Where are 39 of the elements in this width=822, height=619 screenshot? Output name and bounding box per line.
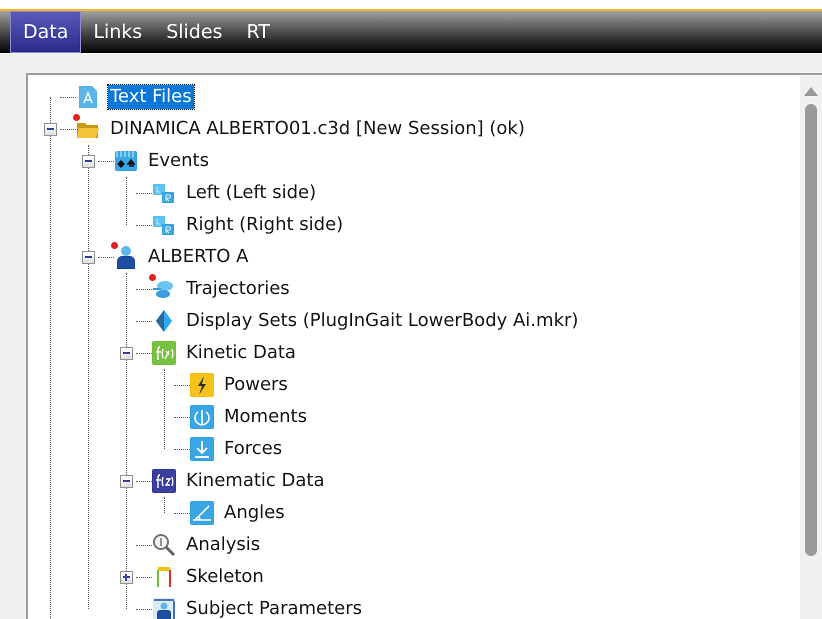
tab[interactable]: Links xyxy=(81,11,154,53)
events-icon xyxy=(114,149,138,173)
expand-toggle[interactable] xyxy=(120,570,132,584)
tree-item[interactable]: Moments xyxy=(222,405,309,429)
tab[interactable]: RT xyxy=(234,11,282,53)
tree-item[interactable]: DINAMICA ALBERTO01.c3d [New Session] (ok) xyxy=(108,117,527,141)
collapse-toggle[interactable] xyxy=(120,474,132,488)
tree-item[interactable]: Display Sets (PlugInGait LowerBody Ai.mkr) xyxy=(184,309,580,333)
tree-item[interactable]: Angles xyxy=(222,501,287,525)
tree-item[interactable]: Powers xyxy=(222,373,290,397)
tab[interactable]: Data xyxy=(10,11,82,53)
tree-item[interactable]: Right (Right side) xyxy=(184,213,346,237)
angle-icon xyxy=(190,501,214,525)
collapse-toggle[interactable] xyxy=(120,346,132,360)
tree-item[interactable]: ALBERTO A xyxy=(146,245,250,269)
tree-item[interactable]: Subject Parameters xyxy=(184,597,364,619)
scrollbar[interactable] xyxy=(800,75,822,619)
side-icon xyxy=(152,181,176,205)
rotation-icon xyxy=(190,405,214,429)
tree-item[interactable]: Trajectories xyxy=(184,277,292,301)
tree-item[interactable]: Left (Left side) xyxy=(184,181,318,205)
side-icon xyxy=(152,213,176,237)
tree-item[interactable]: Text Files xyxy=(108,85,194,109)
tree-item[interactable]: Analysis xyxy=(184,533,262,557)
tree-item[interactable]: Events xyxy=(146,149,211,173)
person-measure-icon xyxy=(152,597,176,619)
tree-item[interactable]: Skeleton xyxy=(184,565,266,589)
collapse-toggle[interactable] xyxy=(82,250,94,264)
tab[interactable]: Slides xyxy=(154,11,234,53)
document-icon xyxy=(76,85,100,109)
tree-item[interactable]: Kinematic Data xyxy=(184,469,327,493)
lightning-icon xyxy=(190,373,214,397)
person-icon xyxy=(114,245,138,269)
collapse-toggle[interactable] xyxy=(82,154,94,168)
function-icon xyxy=(152,341,176,365)
function-icon xyxy=(152,469,176,493)
tree-item[interactable]: Kinetic Data xyxy=(184,341,298,365)
collapse-toggle[interactable] xyxy=(44,122,56,136)
tree-item[interactable]: Forces xyxy=(222,437,284,461)
